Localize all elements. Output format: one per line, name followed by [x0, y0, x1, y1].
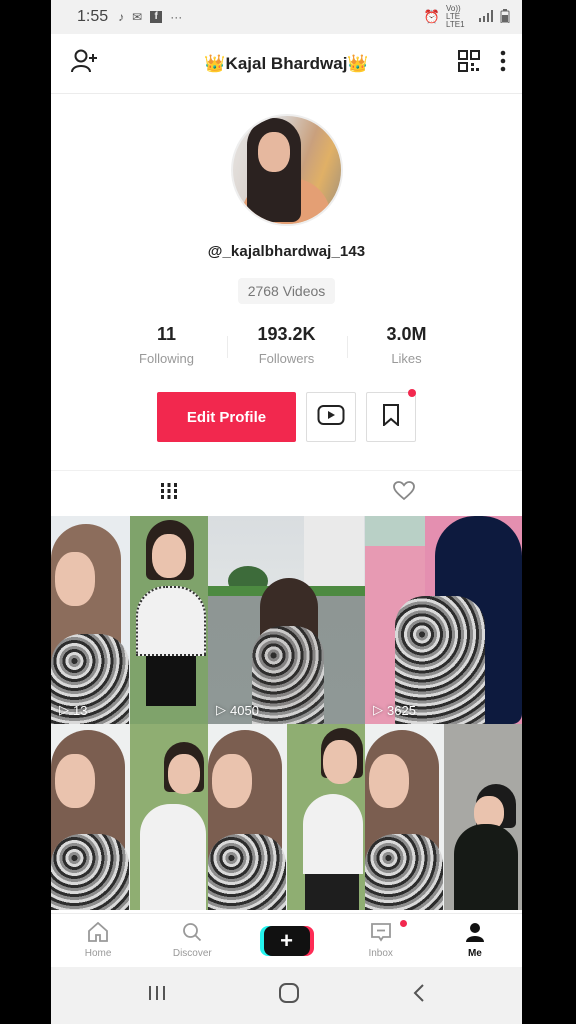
nav-label: Inbox — [368, 948, 393, 959]
notification-dot — [408, 389, 416, 397]
mail-icon: ✉ — [132, 10, 143, 24]
facebook-icon: f — [150, 11, 163, 23]
notification-dot — [399, 920, 407, 927]
play-icon: ▷ — [59, 702, 69, 717]
nav-label: Me — [467, 948, 482, 959]
edit-profile-button[interactable]: Edit Profile — [157, 392, 296, 442]
stat-value: 3.0M — [386, 324, 427, 344]
nav-me[interactable]: Me — [428, 914, 522, 967]
video-thumbnail[interactable]: ▷ 3625 — [365, 516, 522, 724]
inbox-icon — [370, 922, 392, 945]
bookmark-icon — [382, 403, 400, 431]
status-time: 1:55 — [77, 8, 109, 25]
nav-home[interactable]: Home — [51, 914, 145, 967]
stat-following[interactable]: 11 Following — [107, 324, 227, 366]
more-vertical-icon[interactable] — [500, 50, 506, 77]
tiktok-icon: ♪ — [118, 10, 125, 24]
profile-actions: Edit Profile — [51, 389, 522, 442]
avatar[interactable] — [230, 114, 343, 226]
nav-label: Discover — [172, 948, 212, 959]
back-icon[interactable] — [412, 983, 426, 1008]
profile-section: @_kajalbhardwaj_143 2768 Videos 11 Follo… — [51, 114, 522, 442]
phone-screen: 1:55 ♪ ✉ f ··· ⏰ Vo)) LTE LTE1 👑Kajal Bh… — [51, 0, 522, 1024]
video-thumbnail[interactable]: ▷ 13 — [51, 516, 208, 724]
nav-create[interactable]: + — [239, 914, 333, 967]
home-icon — [87, 921, 109, 945]
videos-count-badge: 2768 Videos — [237, 278, 336, 304]
stat-value: 193.2K — [257, 324, 316, 344]
video-thumbnail[interactable] — [208, 724, 365, 910]
nav-inbox[interactable]: Inbox — [334, 914, 428, 967]
status-bar: 1:55 ♪ ✉ f ··· ⏰ Vo)) LTE LTE1 — [51, 0, 522, 34]
youtube-icon — [317, 404, 345, 431]
tab-videos[interactable] — [51, 471, 287, 516]
stats-row: 11 Following 193.2K Followers 3.0M Likes — [51, 324, 522, 366]
battery-icon — [500, 8, 510, 26]
liked-heart-icon — [393, 481, 416, 506]
video-thumbnail[interactable] — [365, 724, 522, 910]
bottom-nav: Home Discover + Inbox Me — [51, 913, 522, 967]
view-count: ▷ 4050 — [216, 702, 259, 718]
youtube-button[interactable] — [306, 392, 356, 442]
add-friend-icon[interactable] — [71, 48, 99, 79]
stat-followers[interactable]: 193.2K Followers — [226, 324, 347, 366]
page-title: 👑Kajal Bhardwaj👑 — [204, 54, 369, 73]
stat-label: Likes — [391, 351, 422, 366]
search-icon — [182, 922, 202, 945]
network-text: Vo)) LTE LTE1 — [446, 4, 465, 29]
play-icon: ▷ — [216, 702, 226, 717]
view-count: ▷ 3625 — [373, 702, 416, 718]
stat-label: Following — [139, 351, 194, 366]
stat-likes[interactable]: 3.0M Likes — [346, 324, 467, 366]
nav-label: Home — [84, 948, 112, 959]
system-nav-bar — [51, 967, 522, 1024]
recent-apps-icon[interactable] — [147, 984, 167, 1007]
tab-liked[interactable] — [287, 471, 523, 516]
profile-tabs — [51, 470, 522, 516]
qr-code-icon[interactable] — [458, 50, 480, 77]
profile-icon — [465, 922, 485, 945]
nav-discover[interactable]: Discover — [145, 914, 239, 967]
videos-grid-icon — [160, 482, 178, 505]
video-thumbnail[interactable]: ▷ 4050 — [208, 516, 365, 724]
bookmarks-button[interactable] — [366, 389, 416, 442]
more-dots-icon: ··· — [170, 10, 183, 24]
view-count: ▷ 13 — [59, 702, 88, 718]
create-plus-icon: + — [263, 925, 310, 956]
profile-header: 👑Kajal Bhardwaj👑 — [51, 34, 522, 94]
home-button-icon[interactable] — [278, 982, 300, 1009]
username: @_kajalbhardwaj_143 — [207, 243, 366, 260]
signal-icon — [478, 9, 494, 25]
play-icon: ▷ — [373, 702, 383, 717]
stat-label: Followers — [258, 351, 315, 366]
video-thumbnail[interactable] — [51, 724, 208, 910]
alarm-icon: ⏰ — [423, 9, 440, 24]
stat-value: 11 — [156, 324, 177, 344]
video-grid: ▷ 13 ▷ 4050 ▷ 3625 — [51, 516, 522, 910]
